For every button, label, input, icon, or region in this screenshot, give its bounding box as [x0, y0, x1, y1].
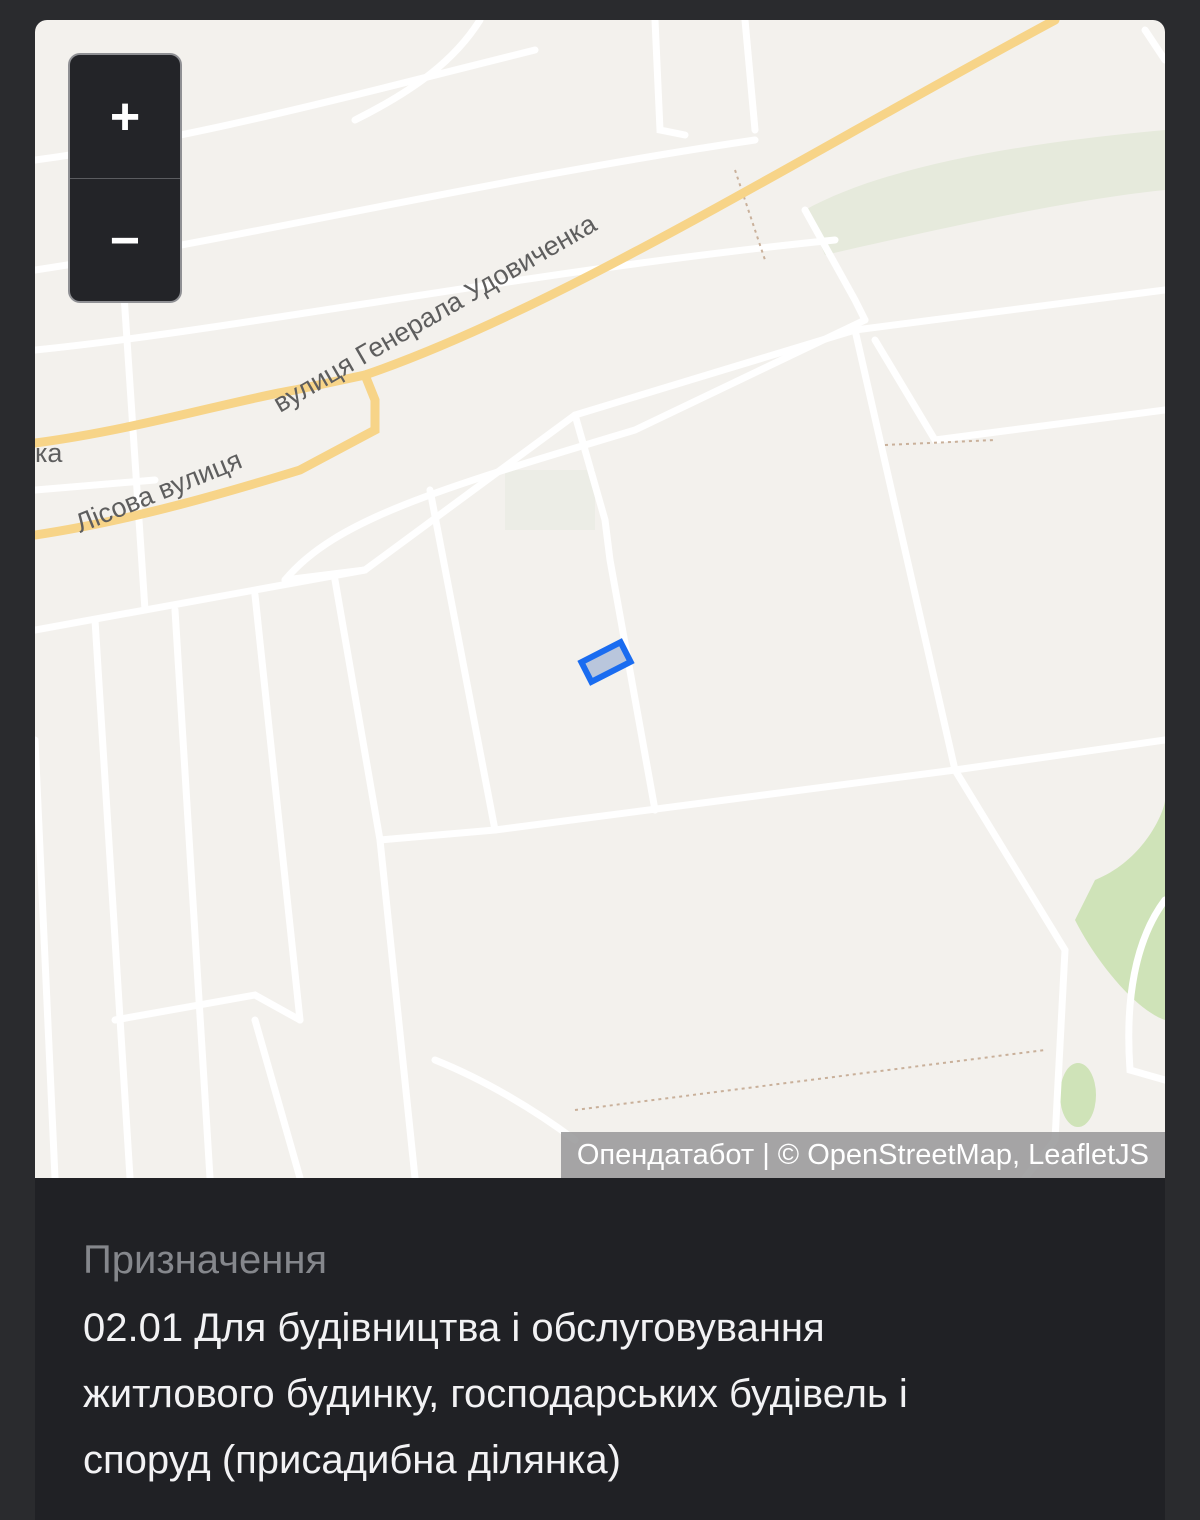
zoom-out-button[interactable]: −: [70, 179, 180, 301]
map-tiles[interactable]: вулиця Генерала Удовиченка Лісова вулиця…: [35, 20, 1165, 1178]
zoom-in-button[interactable]: +: [70, 55, 180, 179]
parcel-marker[interactable]: [577, 638, 635, 686]
purpose-line: споруд (присадибна ділянка): [83, 1438, 621, 1482]
field-patch: [505, 470, 595, 530]
street-label-edge: ка: [35, 438, 63, 468]
zoom-control: + −: [68, 53, 182, 303]
purpose-label: Призначення: [83, 1238, 328, 1282]
purpose-line: 02.01 Для будівництва і обслуговування: [83, 1306, 825, 1350]
map-view[interactable]: вулиця Генерала Удовиченка Лісова вулиця…: [35, 20, 1165, 1178]
footpaths: [574, 169, 1046, 1111]
purpose-value: 02.01 Для будівництва і обслуговування ж…: [83, 1295, 1143, 1493]
forest-patch: [1060, 1063, 1096, 1127]
purpose-line: житлового будинку, господарських будівел…: [83, 1372, 908, 1416]
land-parcel-card: вулиця Генерала Удовиченка Лісова вулиця…: [35, 20, 1165, 1520]
forest-area: [1075, 800, 1165, 1020]
grass-area: [805, 130, 1165, 255]
map-attribution[interactable]: Опендатабот | © OpenStreetMap, LeafletJS: [560, 1132, 1165, 1178]
parcel-details: Призначення 02.01 Для будівництва і обсл…: [83, 1238, 1143, 1493]
